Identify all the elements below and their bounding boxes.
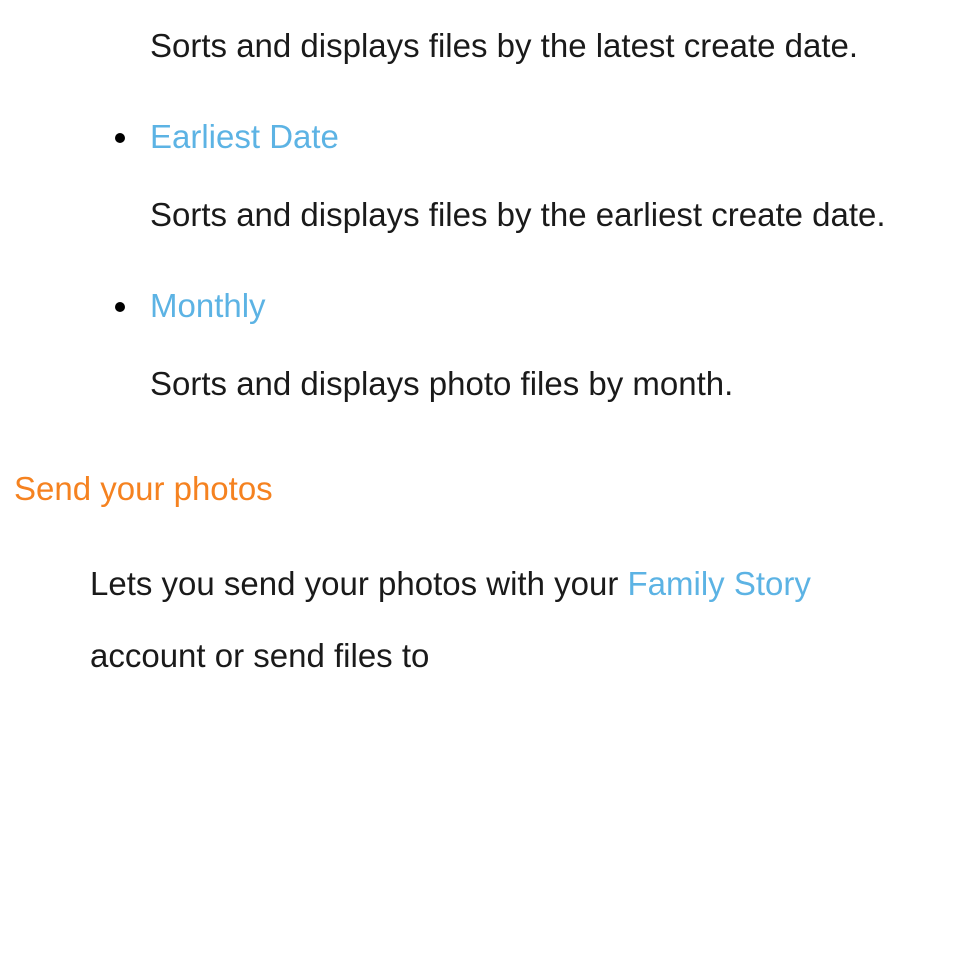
earliest-date-title: Earliest Date — [150, 101, 339, 174]
list-item: Earliest Date Sorts and displays files b… — [0, 101, 954, 252]
list-item: Monthly Sorts and displays photo files b… — [0, 270, 954, 421]
section-heading-send-photos: Send your photos — [0, 453, 954, 526]
monthly-desc: Sorts and displays photo files by month. — [150, 348, 914, 421]
earliest-date-desc: Sorts and displays files by the earliest… — [150, 179, 914, 252]
family-story-link[interactable]: Family Story — [627, 565, 810, 602]
section-body: Lets you send your photos with your Fami… — [0, 548, 954, 693]
monthly-title: Monthly — [150, 270, 266, 343]
body-text-part1: Lets you send your photos with your — [90, 565, 627, 602]
body-text-part2: account or send files to — [90, 637, 429, 674]
latest-date-desc: Sorts and displays files by the latest c… — [0, 10, 954, 83]
